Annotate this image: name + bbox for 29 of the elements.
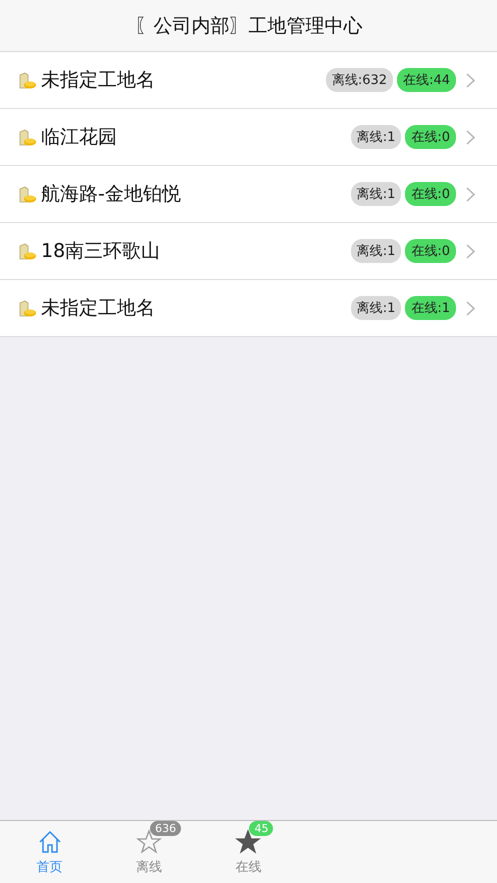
folder-coin-icon <box>18 298 38 318</box>
offline-count: 离线:1 <box>350 239 402 263</box>
folder-coin-icon <box>18 241 38 261</box>
page-title: 〖公司内部〗工地管理中心 <box>134 14 362 38</box>
offline-count: 离线:1 <box>350 296 402 320</box>
folder-coin-icon <box>18 127 38 147</box>
folder-coin-icon <box>18 70 38 90</box>
site-name[interactable]: 未指定工地名 <box>41 295 347 321</box>
count-badge: 45 <box>249 820 274 836</box>
online-count: 在线:1 <box>405 296 456 320</box>
online-count: 在线:0 <box>405 182 456 206</box>
chevron-right-icon <box>466 186 475 202</box>
home-icon <box>36 828 63 854</box>
chevron-right-icon <box>466 300 475 316</box>
site-name[interactable]: 临江花园 <box>41 124 347 150</box>
site-name[interactable]: 未指定工地名 <box>41 67 322 93</box>
count-badge: 636 <box>150 820 182 836</box>
site-name[interactable]: 18南三环歌山 <box>41 238 347 264</box>
online-count: 在线:44 <box>397 68 456 92</box>
chevron-right-icon <box>466 244 475 258</box>
site-name[interactable]: 航海路-金地铂悦 <box>41 181 347 207</box>
folder-coin-icon <box>18 184 38 204</box>
offline-count: 离线:1 <box>350 182 402 206</box>
online-count: 在线:0 <box>405 239 456 263</box>
offline-count: 离线:1 <box>350 125 402 149</box>
chevron-right-icon <box>466 72 475 88</box>
offline-count: 离线:632 <box>326 68 394 92</box>
chevron-right-icon <box>466 130 475 144</box>
online-count: 在线:0 <box>405 125 456 149</box>
